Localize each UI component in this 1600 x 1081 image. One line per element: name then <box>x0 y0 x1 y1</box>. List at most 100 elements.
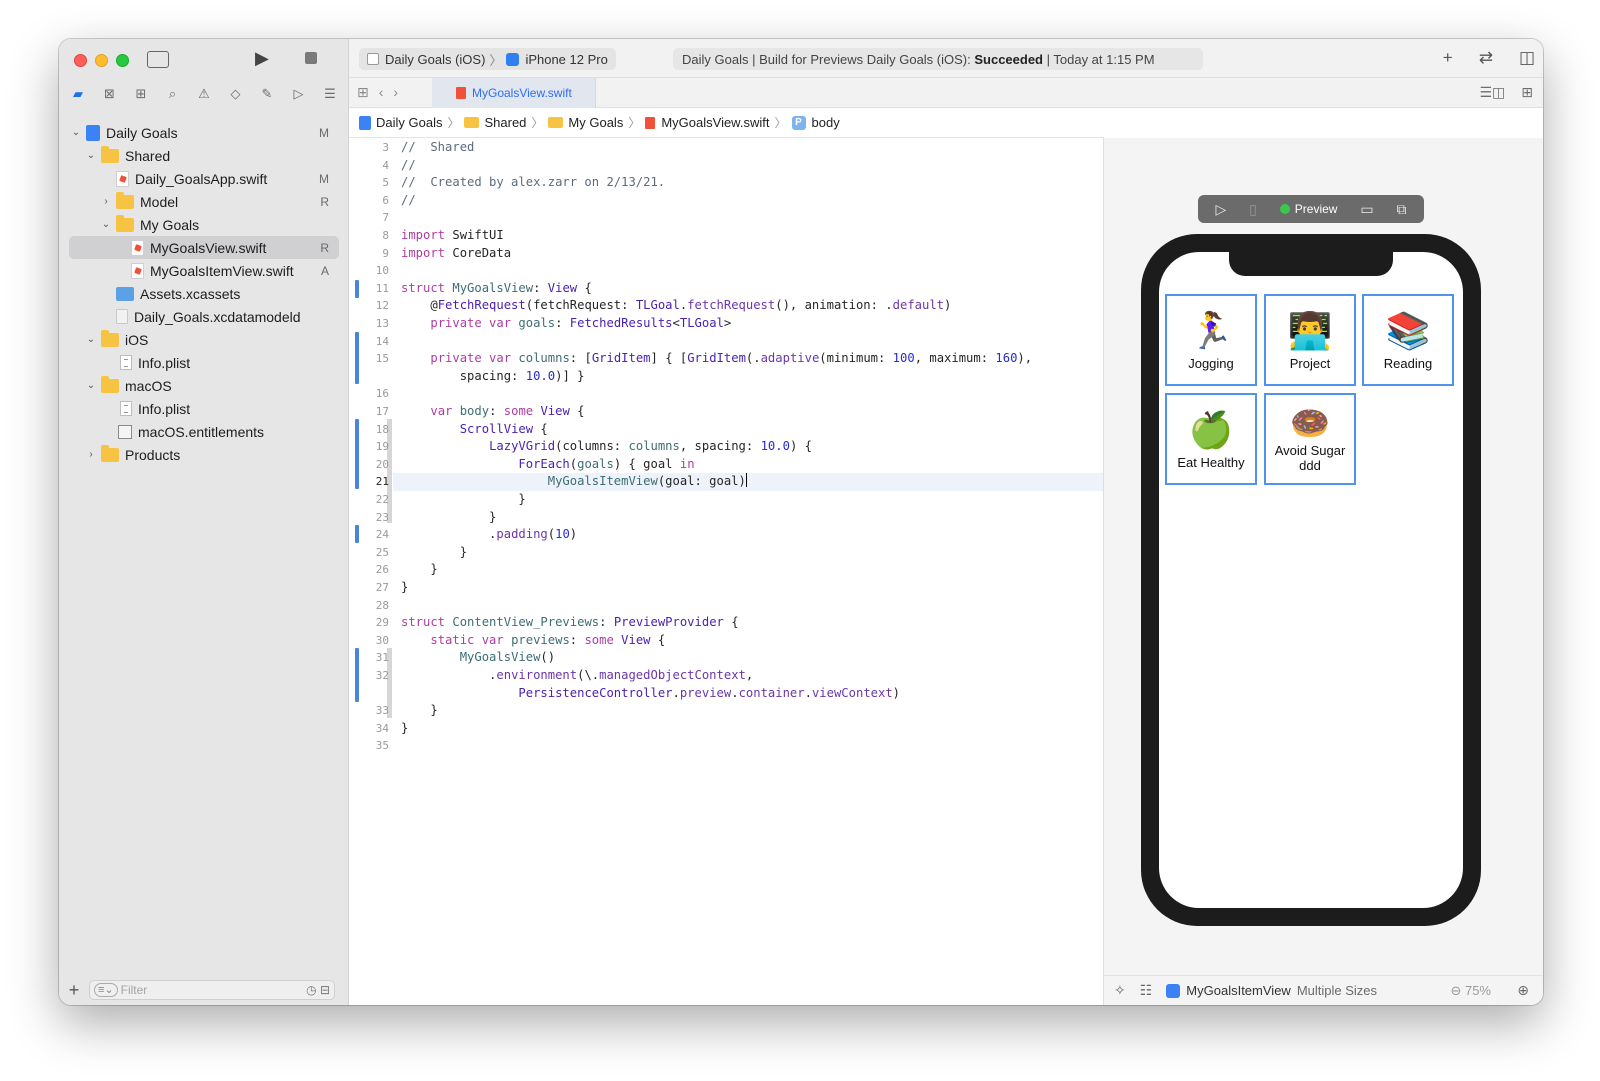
breadcrumb-my-goals[interactable]: My Goals <box>568 115 623 130</box>
line-number: 25 <box>375 545 389 559</box>
zoom-in-icon[interactable]: ⊕ <box>1517 982 1529 999</box>
tree-item-macos[interactable]: ⌄ macOS <box>59 374 349 397</box>
filter-options-icon[interactable]: ≡⌄ <box>94 983 118 997</box>
tree-item-products[interactable]: › Products <box>59 443 349 466</box>
scheme-selector[interactable]: Daily Goals (iOS) 〉 iPhone 12 Pro <box>359 48 616 70</box>
line-number: 30 <box>375 633 389 647</box>
breadcrumb-file[interactable]: MyGoalsView.swift <box>661 115 769 130</box>
related-items-icon[interactable]: ⊞ <box>357 84 369 101</box>
pin-icon[interactable]: ✧ <box>1114 982 1126 999</box>
swift-file-icon <box>116 170 129 187</box>
line-number: 14 <box>375 334 389 348</box>
zoom-value: 75% <box>1464 982 1491 998</box>
chevron-down-icon[interactable]: ⌄ <box>84 334 98 345</box>
tab-label: MyGoalsView.swift <box>472 86 572 100</box>
split-editor-icon[interactable]: ⊞ <box>1521 84 1533 101</box>
xcode-window: ▶ ▰ ⊠ ⊞ ⌕ ⚠ ◇ ✎ ▷ ☰ ⌄ Daily Goals M ⌄ Sh… <box>59 39 1543 1005</box>
tree-item-label: Daily Goals <box>106 124 178 141</box>
breakpoint-navigator-icon[interactable]: ▷ <box>286 84 312 106</box>
tree-item-ios[interactable]: ⌄ iOS <box>59 328 349 351</box>
symbol-navigator-icon[interactable]: ⊞ <box>128 84 154 106</box>
tree-item-daily-goals-app[interactable]: Daily_GoalsApp.swift M <box>59 167 349 190</box>
code-line: // <box>401 157 416 172</box>
tree-item-data-model[interactable]: Daily_Goals.xcdatamodeld <box>59 305 349 328</box>
jump-bar: Daily Goals 〉 Shared 〉 My Goals 〉 MyGoal… <box>349 108 1104 138</box>
code-review-icon[interactable]: ⇄ <box>1479 48 1493 68</box>
tree-item-label: Daily_GoalsApp.swift <box>135 170 268 187</box>
source-editor[interactable]: 3 4 5 6 7 8 9 10 11 12 13 14 15 16 17 18 19 20 21 22 23 24 25 2… <box>349 138 1104 1005</box>
canvas-bottom-bar: ✧ ☷ MyGoalsItemView Multiple Sizes ⊖ 75%… <box>1104 975 1543 1005</box>
line-number: 32 <box>375 669 389 682</box>
folder-icon <box>101 329 119 347</box>
debug-navigator-icon[interactable]: ✎ <box>254 84 280 106</box>
preview-view-name[interactable]: MyGoalsItemView <box>1186 983 1291 998</box>
tree-item-shared[interactable]: ⌄ Shared <box>59 144 349 167</box>
stop-icon[interactable] <box>305 52 317 64</box>
chevron-down-icon[interactable]: ⌄ <box>69 127 83 138</box>
add-library-icon[interactable]: + <box>1443 48 1453 68</box>
run-icon[interactable]: ▶ <box>255 49 269 67</box>
back-icon[interactable]: ‹ <box>379 84 384 101</box>
recent-files-icon[interactable]: ◷ ⊟ <box>306 983 330 997</box>
chevron-right-icon[interactable]: › <box>99 196 113 207</box>
line-number: 31 <box>375 651 389 665</box>
variants-icon[interactable]: ☷ <box>1140 982 1153 999</box>
inspect-preview-icon[interactable]: ▭ <box>1360 201 1373 218</box>
tree-item-assets[interactable]: Assets.xcassets <box>59 282 349 305</box>
line-number: 29 <box>375 616 389 630</box>
tab-mygoalsview[interactable]: MyGoalsView.swift <box>432 78 596 108</box>
source-control-navigator-icon[interactable]: ⊠ <box>97 84 123 106</box>
project-navigator-icon[interactable]: ▰ <box>65 84 91 106</box>
tree-item-my-goals-item-view[interactable]: MyGoalsItemView.swift A <box>59 259 349 282</box>
device-name[interactable]: iPhone 12 Pro <box>525 52 607 67</box>
filter-input[interactable]: ≡⌄ Filter ◷ ⊟ <box>89 980 335 1000</box>
breadcrumb-project[interactable]: Daily Goals <box>376 115 442 130</box>
goal-tile-avoid-sugar[interactable]: 🍩 Avoid Sugar ddd <box>1264 393 1356 485</box>
chevron-right-icon[interactable]: › <box>84 449 98 460</box>
find-navigator-icon[interactable]: ⌕ <box>160 84 186 106</box>
breadcrumb-shared[interactable]: Shared <box>484 115 526 130</box>
forward-icon[interactable]: › <box>393 84 398 101</box>
tree-item-my-goals-view[interactable]: MyGoalsView.swift R <box>69 236 339 259</box>
goal-tile-eat-healthy[interactable]: 🍏 Eat Healthy <box>1165 393 1257 485</box>
goal-tile-jogging[interactable]: 🏃‍♀️ Jogging <box>1165 294 1257 386</box>
code-line: private var columns: [GridItem] { [GridI… <box>430 351 1033 366</box>
line-number: 7 <box>382 211 389 225</box>
chevron-right-icon: 〉 <box>447 116 460 130</box>
goal-tile-reading[interactable]: 📚 Reading <box>1362 294 1454 386</box>
close-window-button[interactable] <box>74 54 87 67</box>
tree-item-entitlements[interactable]: macOS.entitlements <box>59 420 349 443</box>
navigator-sidebar: ▶ ▰ ⊠ ⊞ ⌕ ⚠ ◇ ✎ ▷ ☰ ⌄ Daily Goals M ⌄ Sh… <box>59 39 349 1005</box>
live-preview-icon[interactable]: ▷ <box>1215 201 1226 218</box>
line-number: 18 <box>375 422 389 436</box>
report-navigator-icon[interactable]: ☰ <box>317 84 343 106</box>
goal-label: Avoid Sugar ddd <box>1274 443 1346 473</box>
tree-item-macos-info-plist[interactable]: Info.plist <box>59 397 349 420</box>
inspector-toggle-icon[interactable]: ◫ <box>1519 48 1535 68</box>
editor-options-icon[interactable]: ☰◫ <box>1479 84 1505 101</box>
tree-item-daily-goals[interactable]: ⌄ Daily Goals M <box>59 121 349 144</box>
code-line: MyGoalsItemView(goal: goal) <box>547 473 747 489</box>
line-number: 6 <box>382 193 389 207</box>
chevron-down-icon[interactable]: ⌄ <box>84 150 98 161</box>
issue-navigator-icon[interactable]: ⚠ <box>191 84 217 106</box>
add-icon[interactable]: + <box>59 980 89 1001</box>
zoom-window-button[interactable] <box>116 54 129 67</box>
breadcrumb-symbol[interactable]: body <box>812 115 840 130</box>
zoom-level[interactable]: ⊖ 75% <box>1450 983 1491 999</box>
code-line: ForEach(goals) { goal in <box>518 456 695 471</box>
goal-tile-project[interactable]: 👨‍💻 Project <box>1264 294 1356 386</box>
preview-size-mode[interactable]: Multiple Sizes <box>1297 983 1377 998</box>
run-on-device-icon[interactable]: ▯ <box>1249 201 1257 218</box>
tree-item-ios-info-plist[interactable]: Info.plist <box>59 351 349 374</box>
sidebar-toggle-icon[interactable] <box>147 51 169 68</box>
chevron-down-icon[interactable]: ⌄ <box>84 380 98 391</box>
duplicate-preview-icon[interactable]: ⧉ <box>1397 201 1407 218</box>
chevron-down-icon[interactable]: ⌄ <box>99 219 113 230</box>
tree-item-my-goals[interactable]: ⌄ My Goals <box>59 213 349 236</box>
code-line: struct ContentView_Previews: PreviewProv… <box>401 615 739 630</box>
code-line: } <box>401 544 468 559</box>
test-navigator-icon[interactable]: ◇ <box>223 84 249 106</box>
tree-item-model[interactable]: › Model R <box>59 190 349 213</box>
minimize-window-button[interactable] <box>95 54 108 67</box>
